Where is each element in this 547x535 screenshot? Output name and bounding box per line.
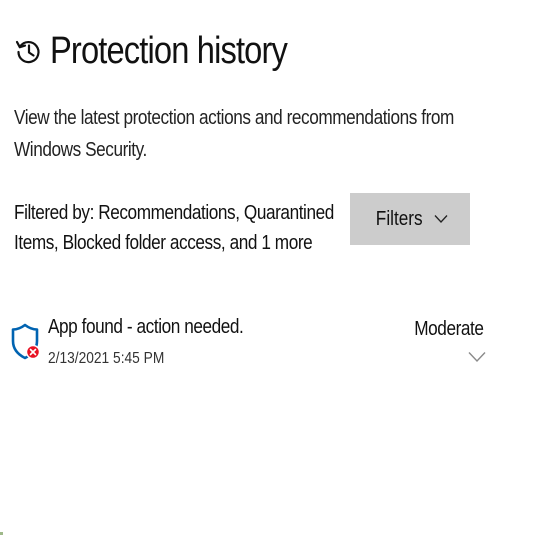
- page-description: View the latest protection actions and r…: [14, 107, 454, 161]
- page-title: Protection history: [50, 29, 288, 72]
- item-date: 2/13/2021 5:45 PM: [48, 350, 165, 367]
- severity-label: Moderate: [413, 318, 484, 340]
- item-title: App found - action needed.: [48, 316, 244, 338]
- history-item[interactable]: App found - action needed. 2/13/2021 5:4…: [6, 310, 496, 380]
- filters-button[interactable]: Filters: [350, 193, 470, 245]
- chevron-down-icon[interactable]: [468, 351, 486, 363]
- protection-history-page: Protection history View the latest prote…: [0, 0, 547, 535]
- chevron-down-icon: [434, 215, 448, 223]
- shield-error-icon: [11, 323, 41, 360]
- page-header: Protection history: [14, 26, 326, 76]
- filter-summary: Filtered by: Recommendations, Quarantine…: [14, 202, 334, 254]
- filters-button-label: Filters: [375, 207, 423, 230]
- history-icon: [15, 40, 40, 64]
